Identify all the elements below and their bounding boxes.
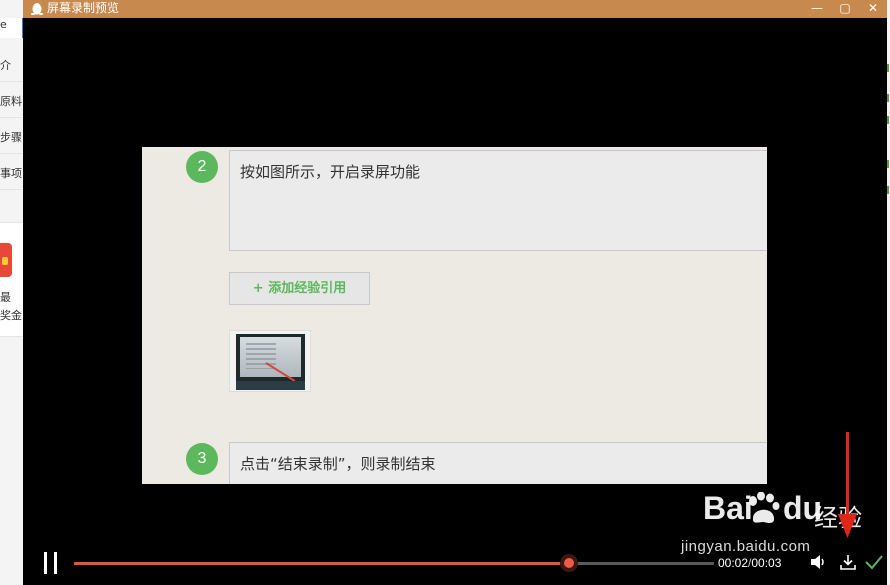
volume-icon[interactable] [809,553,827,571]
step-2-text: 按如图所示，开启录屏功能 [240,163,421,181]
step-3-text: 点击“结束录制”，则录制结束 [240,455,436,473]
baidu-paw-icon [749,492,780,523]
check-icon[interactable] [864,553,884,571]
background-page: e 介 原料 步骤 事项 最 奖金 [0,0,24,585]
time-display: 00:02/00:03 [718,556,781,570]
maximize-button[interactable]: ▢ [833,0,857,18]
background-tab[interactable]: e [0,18,24,38]
total-time: 00:03 [751,556,782,570]
background-row-materials[interactable]: 原料 [0,84,24,118]
progress-fill [74,562,569,565]
step-3-box: 点击“结束录制”，则录制结束 [229,442,767,484]
pause-icon [44,552,47,574]
background-row-intro[interactable]: 介 [0,48,24,82]
background-promo[interactable]: 最 奖金 [0,222,24,337]
progress-handle[interactable] [559,554,578,572]
title-bar[interactable]: 屏幕录制预览 — ▢ ✕ [23,0,887,18]
progress-bar[interactable] [74,554,714,572]
video-frame[interactable]: 2 按如图所示，开启录屏功能 + 添加经验引用 3 点击“结束录制”，则录制结束 [142,147,767,484]
current-time: 00:02 [718,556,749,570]
promo-line-2: 奖金 [0,309,22,322]
pause-button[interactable] [42,552,62,574]
add-experience-reference-button[interactable]: + 添加经验引用 [229,272,370,305]
step-2-box: 按如图所示，开启录屏功能 [229,150,767,251]
step-image-thumbnail[interactable] [229,330,311,392]
gift-icon [0,243,12,277]
red-arrow-annotation [838,432,857,538]
promo-line-1: 最 [0,291,11,304]
step-number-2: 2 [186,151,218,183]
minimize-button[interactable]: — [805,0,829,18]
background-row-notes[interactable]: 事项 [0,156,24,190]
window-title: 屏幕录制预览 [47,1,120,15]
background-row-steps[interactable]: 步骤 [0,120,24,154]
download-icon[interactable] [839,553,857,571]
watermark-url: jingyan.baidu.com [681,538,811,555]
close-button[interactable]: ✕ [861,0,885,18]
recording-preview-window: 屏幕录制预览 — ▢ ✕ 2 按如图所示，开启录屏功能 + 添加经验引用 3 点… [23,0,887,585]
screenshot-thumbnail-image [236,334,305,390]
penguin-app-icon [31,3,43,15]
step-number-3: 3 [186,443,218,475]
